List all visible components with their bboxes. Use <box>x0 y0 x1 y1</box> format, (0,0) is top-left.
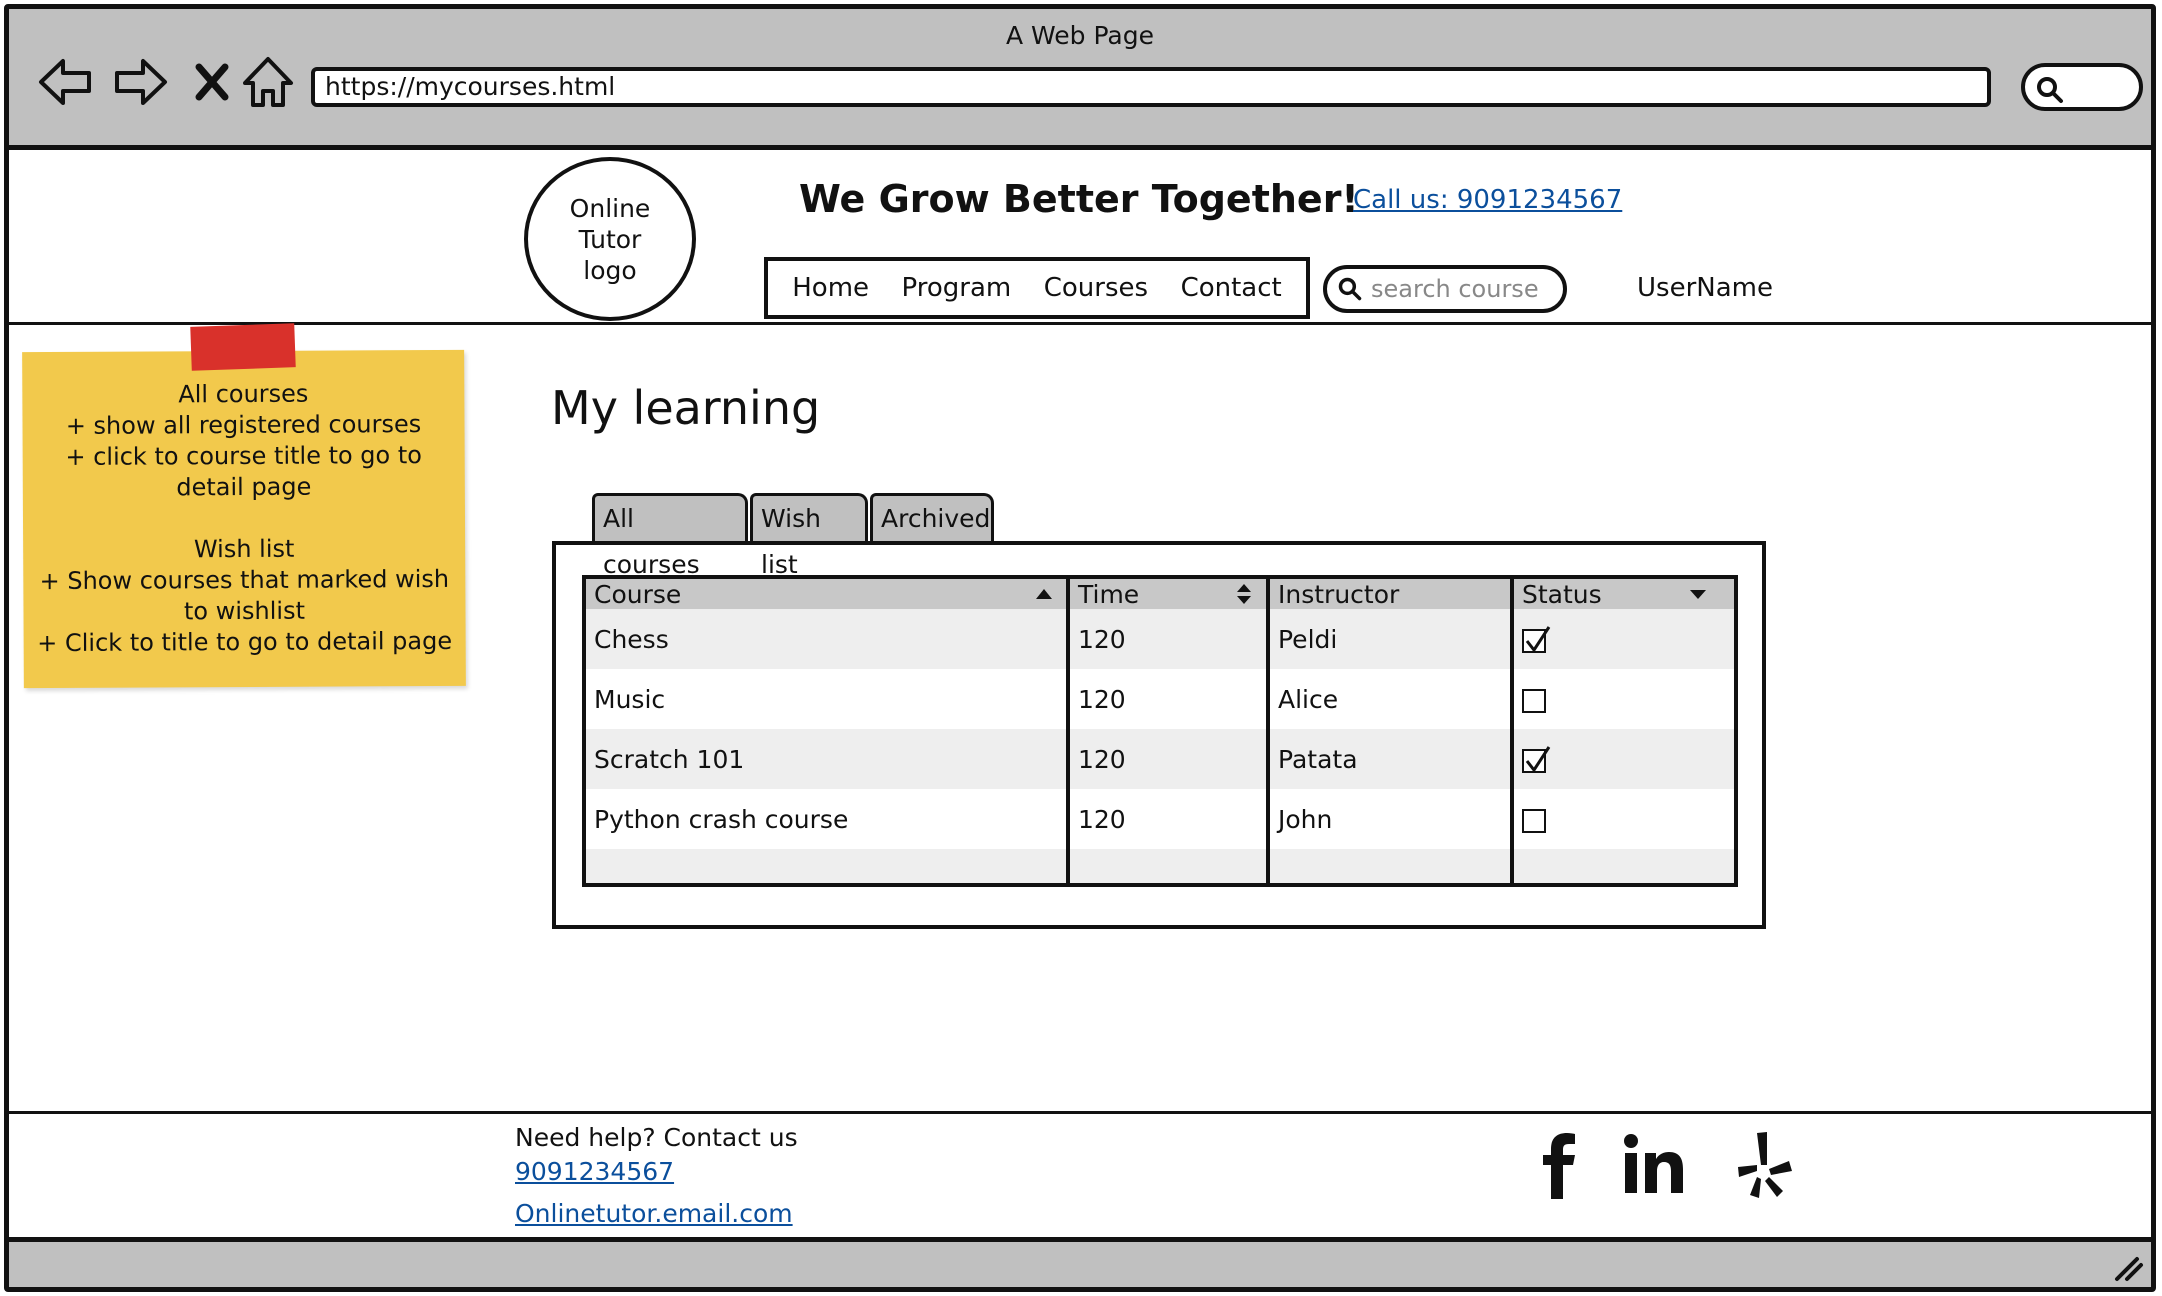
instructor-cell: Alice <box>1268 669 1514 729</box>
status-checkbox-checked[interactable] <box>1522 625 1551 653</box>
browser-window: A Web Page https://mycourses.html Online… <box>4 4 2156 1292</box>
url-bar[interactable]: https://mycourses.html <box>311 67 1991 107</box>
status-cell <box>1512 729 1734 789</box>
status-checkbox-unchecked[interactable] <box>1522 808 1546 833</box>
course-cell[interactable]: Music <box>586 669 1070 729</box>
empty-cell <box>586 849 1070 883</box>
note-line: + show all registered courses <box>65 410 422 440</box>
call-us-link[interactable]: Call us: 9091234567 <box>1353 185 1622 215</box>
note-line: + Show courses that marked wish <box>39 564 450 596</box>
sticky-note-tape <box>190 323 296 371</box>
course-search-box <box>1323 265 1567 313</box>
sort-ascending-icon[interactable] <box>1034 585 1054 603</box>
logo-line: Tutor <box>578 224 642 254</box>
footer-email-link[interactable]: Onlinetutor.email.com <box>515 1199 793 1228</box>
tab-archived[interactable]: Archived <box>870 493 994 543</box>
column-header-time[interactable]: Time <box>1068 579 1270 609</box>
course-cell[interactable]: Python crash course <box>586 789 1070 849</box>
course-cell[interactable]: Chess <box>586 609 1070 669</box>
logo-line: logo <box>583 255 637 285</box>
username[interactable]: UserName <box>1637 273 1773 303</box>
status-checkbox-checked[interactable] <box>1522 745 1551 773</box>
site-logo[interactable]: Online Tutor logo <box>524 157 696 321</box>
column-header-instructor[interactable]: Instructor <box>1268 579 1514 609</box>
tab-wish-list[interactable]: Wish list <box>750 493 868 579</box>
forward-arrow-icon[interactable] <box>109 51 171 113</box>
instructor-cell: Peldi <box>1268 609 1514 669</box>
facebook-icon[interactable] <box>1541 1133 1581 1199</box>
table-row[interactable]: Music 120 Alice <box>586 669 1734 729</box>
sticky-note: All courses + show all registered course… <box>22 349 466 689</box>
footer-divider <box>9 1111 2151 1114</box>
note-line: Wish list <box>193 534 295 564</box>
page-title: My learning <box>551 381 821 435</box>
course-cell[interactable]: Scratch 101 <box>586 729 1070 789</box>
table-row[interactable]: Scratch 101 120 Patata <box>586 729 1734 789</box>
back-arrow-icon[interactable] <box>35 51 97 113</box>
courses-table: Course Time Instructor Status Chess 120 … <box>582 575 1738 887</box>
note-line: + Click to title to go to detail page <box>37 626 453 658</box>
footer-help-text: Need help? Contact us <box>515 1123 798 1152</box>
site-slogan: We Grow Better Together! <box>799 177 1359 221</box>
footer-phone-link[interactable]: 9091234567 <box>515 1157 674 1186</box>
browser-search-box[interactable] <box>2021 63 2143 111</box>
linkedin-icon[interactable] <box>1623 1133 1685 1195</box>
status-cell <box>1512 669 1734 729</box>
course-tabs: All courses Wish list Archived <box>592 493 996 579</box>
note-line: detail page <box>176 472 312 502</box>
table-row[interactable]: Python crash course 120 John <box>586 789 1734 849</box>
instructor-cell: John <box>1268 789 1514 849</box>
logo-line: Online <box>569 193 651 223</box>
time-cell: 120 <box>1068 669 1270 729</box>
status-cell <box>1512 789 1734 849</box>
nav-item-program[interactable]: Program <box>902 273 1012 303</box>
close-icon[interactable] <box>181 51 243 113</box>
tab-all-courses[interactable]: All courses <box>592 493 748 579</box>
sort-both-icon[interactable] <box>1234 582 1254 606</box>
empty-cell <box>1068 849 1270 883</box>
tab-panel: Course Time Instructor Status Chess 120 … <box>552 541 1766 929</box>
time-cell: 120 <box>1068 609 1270 669</box>
column-header-course[interactable]: Course <box>586 579 1070 609</box>
column-label: Status <box>1522 579 1602 609</box>
empty-cell <box>1512 849 1734 883</box>
column-header-status[interactable]: Status <box>1512 579 1734 609</box>
nav-item-courses[interactable]: Courses <box>1044 273 1148 303</box>
note-line: + click to course title to go to <box>65 441 422 471</box>
search-icon <box>1338 277 1362 301</box>
browser-statusbar <box>9 1237 2151 1287</box>
checkmark-icon <box>1525 625 1551 653</box>
yelp-icon[interactable] <box>1737 1131 1793 1199</box>
resize-handle-icon[interactable] <box>2111 1253 2145 1283</box>
column-label: Instructor <box>1278 579 1400 609</box>
time-cell: 120 <box>1068 789 1270 849</box>
column-label: Time <box>1078 579 1140 609</box>
home-icon[interactable] <box>237 51 299 113</box>
table-header-row: Course Time Instructor Status <box>586 579 1734 609</box>
window-title: A Web Page <box>1005 21 1155 50</box>
column-label: Course <box>594 579 682 609</box>
nav-item-home[interactable]: Home <box>792 273 869 303</box>
table-row[interactable]: Chess 120 Peldi <box>586 609 1734 669</box>
search-icon <box>2037 77 2063 103</box>
note-line: to wishlist <box>183 596 306 626</box>
status-cell <box>1512 609 1734 669</box>
browser-toolbar: A Web Page https://mycourses.html <box>9 9 2151 150</box>
time-cell: 120 <box>1068 729 1270 789</box>
main-navigation: Home Program Courses Contact <box>764 257 1310 319</box>
instructor-cell: Patata <box>1268 729 1514 789</box>
checkmark-icon <box>1525 745 1551 773</box>
table-empty-row <box>586 849 1734 883</box>
note-line: All courses <box>178 379 309 409</box>
course-search-input[interactable] <box>1371 275 1561 303</box>
header-divider <box>9 322 2151 325</box>
dropdown-arrow-icon[interactable] <box>1688 585 1708 603</box>
nav-item-contact[interactable]: Contact <box>1181 273 1282 303</box>
empty-cell <box>1268 849 1514 883</box>
status-checkbox-unchecked[interactable] <box>1522 688 1546 713</box>
